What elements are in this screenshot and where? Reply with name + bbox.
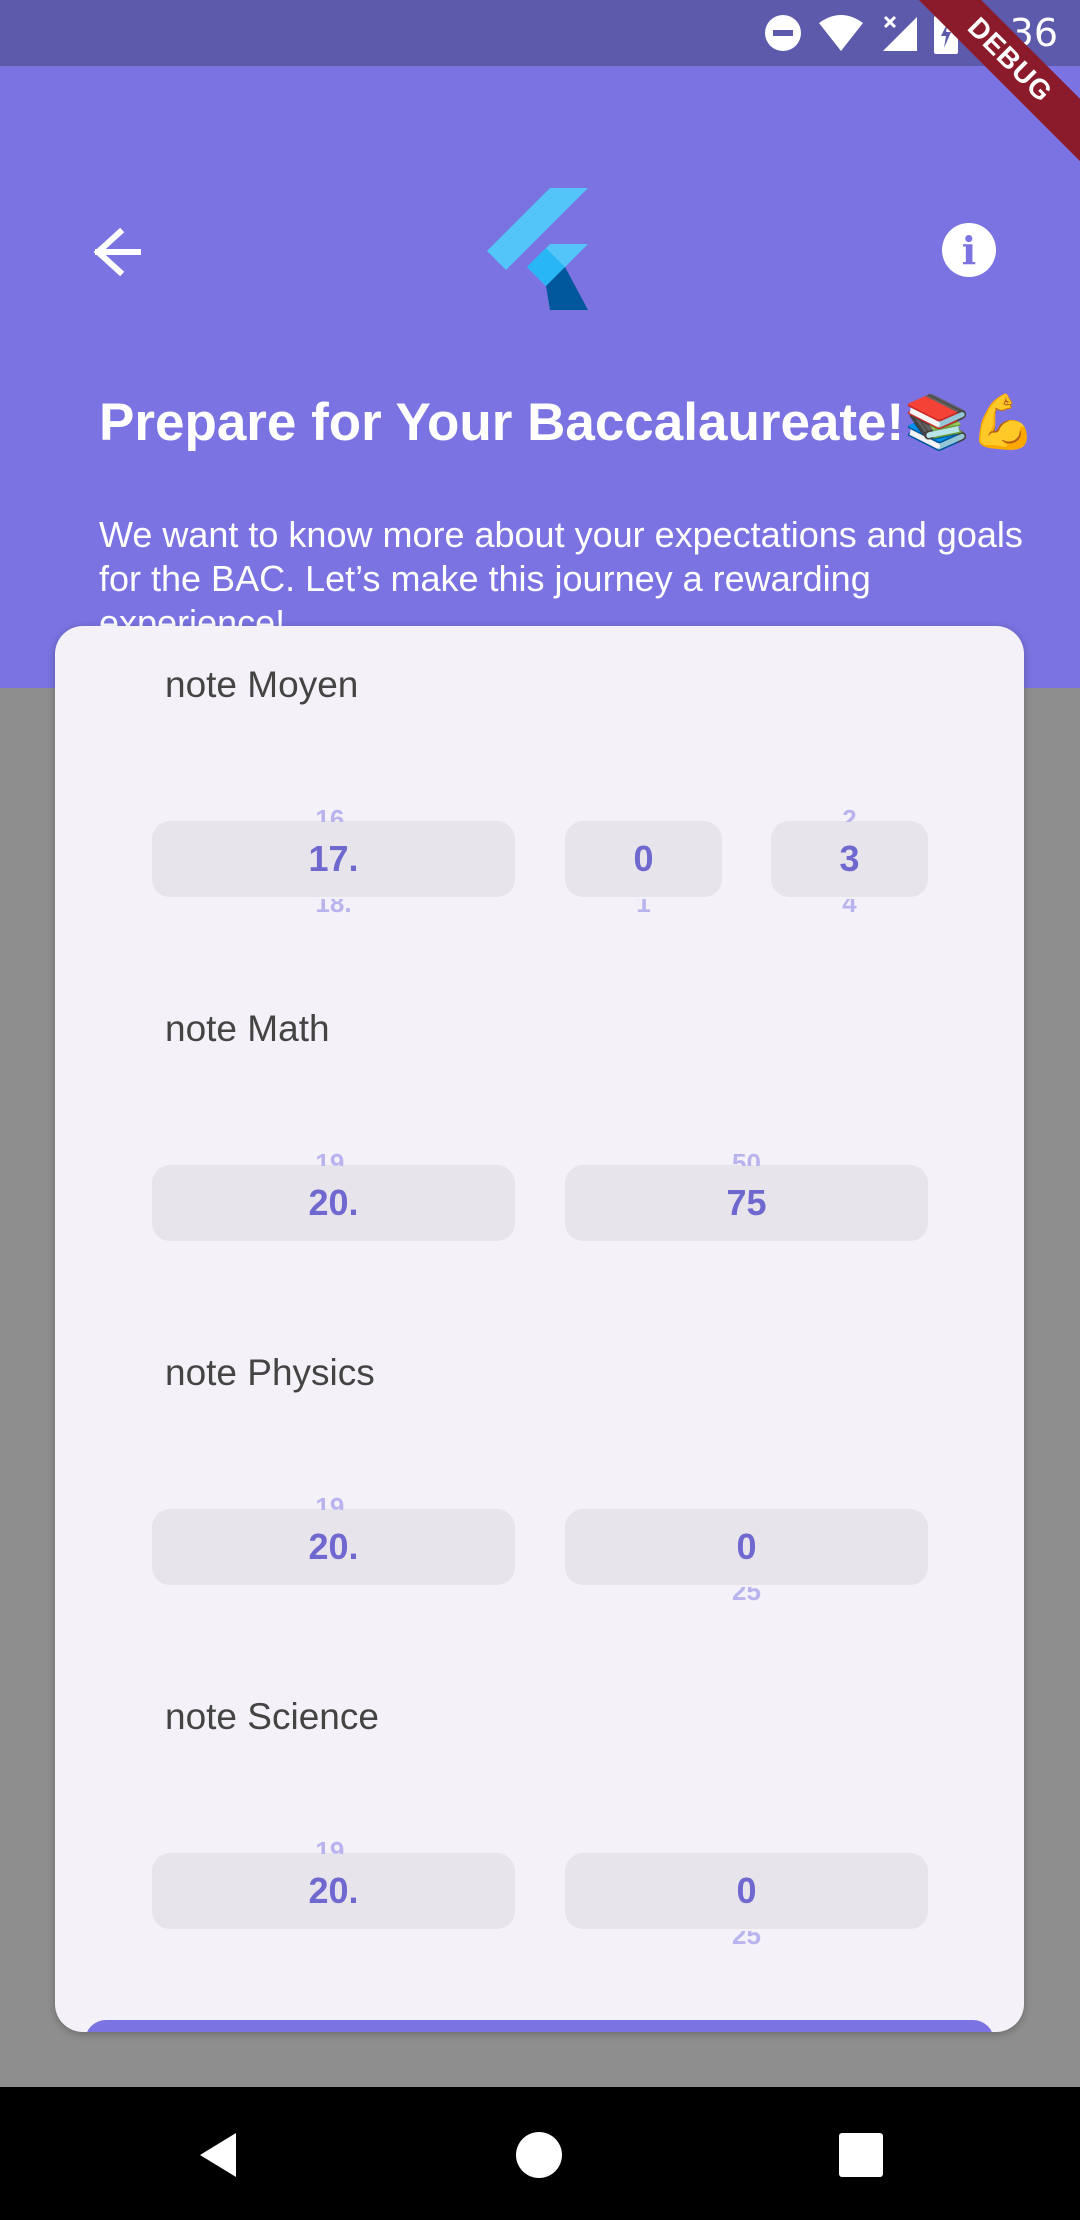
grades-card: note Moyen 16. 17. 18. 0 1 2 3 4 note Ma… bbox=[55, 626, 1024, 2032]
flutter-logo-icon bbox=[487, 188, 588, 310]
moyen-decimal2-picker[interactable]: 2 3 4 bbox=[771, 804, 928, 916]
wifi-icon bbox=[818, 15, 863, 51]
math-decimal-picker[interactable]: 50 75 bbox=[565, 1148, 928, 1241]
picker-prev-value: 19. bbox=[315, 1836, 352, 1854]
physics-decimal-picker[interactable]: 0 25 bbox=[565, 1509, 928, 1604]
moyen-decimal1-picker[interactable]: 0 1 bbox=[565, 821, 722, 916]
science-decimal-picker[interactable]: 0 25 bbox=[565, 1853, 928, 1948]
header: i Prepare for Your Baccalaureate!📚💪 We w… bbox=[0, 66, 1080, 688]
picker-selected-value: 3 bbox=[839, 838, 860, 879]
picker-prev-value: 2 bbox=[842, 804, 857, 822]
info-icon[interactable]: i bbox=[942, 223, 996, 277]
picker-prev-value: 16. bbox=[315, 804, 352, 822]
picker-selected-value: 0 bbox=[736, 1870, 757, 1911]
nav-back-icon[interactable] bbox=[192, 2127, 248, 2183]
picker-selected-value: 0 bbox=[633, 838, 654, 879]
picker-prev-value: 19. bbox=[315, 1492, 352, 1510]
nav-recents-icon[interactable] bbox=[833, 2127, 889, 2183]
picker-next-value: 4 bbox=[842, 899, 857, 917]
field-label-science: note Science bbox=[165, 1696, 379, 1737]
math-integer-picker[interactable]: 19. 20. bbox=[152, 1148, 515, 1241]
cell-signal-icon bbox=[882, 15, 917, 51]
dnd-icon bbox=[764, 15, 801, 51]
system-nav-bar bbox=[0, 2087, 1080, 2220]
field-label-physics: note Physics bbox=[165, 1352, 375, 1393]
nav-home-icon[interactable] bbox=[511, 2127, 567, 2183]
picker-next-value: 18. bbox=[315, 899, 352, 917]
field-label-moyen: note Moyen bbox=[165, 664, 359, 705]
picker-selected-value: 17. bbox=[308, 838, 359, 879]
field-label-math: note Math bbox=[165, 1008, 330, 1049]
physics-integer-picker[interactable]: 19. 20. bbox=[152, 1492, 515, 1585]
moyen-integer-picker[interactable]: 16. 17. 18. bbox=[152, 804, 515, 916]
picker-selected-value: 20. bbox=[308, 1526, 359, 1567]
picker-selected-value: 0 bbox=[736, 1526, 757, 1567]
picker-prev-value: 19. bbox=[315, 1148, 352, 1166]
picker-next-value: 25 bbox=[732, 1587, 761, 1605]
submit-button[interactable] bbox=[85, 2020, 994, 2032]
picker-next-value: 1 bbox=[636, 899, 651, 917]
science-integer-picker[interactable]: 19. 20. bbox=[152, 1836, 515, 1929]
page-title: Prepare for Your Baccalaureate!📚💪 bbox=[99, 393, 1037, 452]
picker-next-value: 25 bbox=[732, 1931, 761, 1949]
picker-selected-value: 20. bbox=[308, 1182, 359, 1223]
back-arrow-icon[interactable] bbox=[74, 216, 146, 288]
picker-prev-value: 50 bbox=[732, 1148, 761, 1166]
picker-prev-value bbox=[565, 804, 722, 822]
picker-selected-value: 75 bbox=[726, 1182, 767, 1223]
status-bar: 4:36 bbox=[0, 0, 1080, 66]
picker-selected-value: 20. bbox=[308, 1870, 359, 1911]
